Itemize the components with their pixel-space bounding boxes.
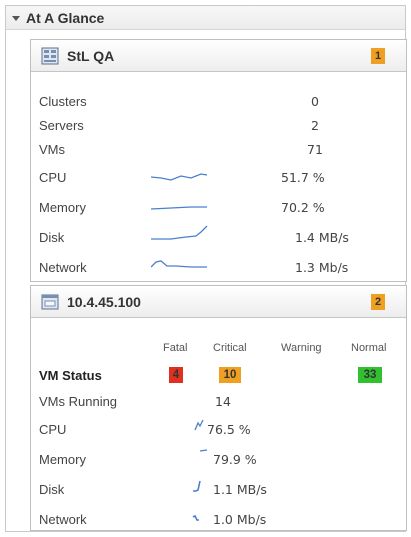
host-memory-label: Memory [39, 451, 86, 467]
network-value: 1.3 Mb/s [295, 259, 349, 275]
host-memory-value: 79.9 % [213, 451, 257, 467]
fatal-header: Fatal [163, 342, 188, 354]
host-network-label: Network [39, 511, 87, 527]
host-disk-value: 1.1 MB/s [213, 481, 267, 497]
host-cpu-label: CPU [39, 421, 67, 437]
host-cpu-sparkline [194, 419, 204, 431]
cluster-badge: 1 [371, 48, 385, 64]
host-cpu-value: 76.5 % [207, 421, 251, 437]
section-header[interactable]: At A Glance [6, 6, 405, 30]
disk-value: 1.4 MB/s [295, 229, 349, 245]
vms-label: VMs [39, 141, 65, 157]
network-label: Network [39, 259, 87, 275]
memory-value: 70.2 % [281, 199, 325, 215]
at-a-glance-section: At A Glance StL QA 1 Clusters 0 Servers … [5, 5, 407, 532]
cpu-sparkline [151, 173, 208, 181]
memory-label: Memory [39, 199, 86, 215]
host-panel-header[interactable]: 10.4.45.100 2 [31, 286, 406, 318]
vm-status-label: VM Status [39, 367, 102, 383]
vms-value: 71 [307, 141, 323, 157]
normal-header: Normal [351, 342, 387, 354]
cluster-icon [41, 47, 59, 64]
cluster-panel: StL QA 1 Clusters 0 Servers 2 VMs 71 CPU… [30, 39, 407, 282]
cpu-value: 51.7 % [281, 169, 325, 185]
host-network-sparkline [192, 514, 199, 521]
cluster-panel-header[interactable]: StL QA 1 [31, 40, 406, 72]
host-badge: 2 [371, 294, 385, 310]
fatal-count[interactable]: 4 [169, 367, 183, 383]
host-memory-sparkline [199, 449, 208, 452]
host-name[interactable]: 10.4.45.100 [67, 294, 141, 310]
section-title: At A Glance [26, 9, 105, 26]
clusters-value: 0 [311, 93, 319, 109]
clusters-label: Clusters [39, 93, 87, 109]
warning-header: Warning [281, 342, 322, 354]
host-icon [41, 294, 59, 309]
servers-value: 2 [311, 117, 319, 133]
collapse-triangle-icon[interactable] [12, 15, 20, 21]
vms-running-value: 14 [215, 393, 231, 409]
critical-header: Critical [213, 342, 247, 354]
normal-count[interactable]: 33 [358, 367, 382, 383]
disk-sparkline [151, 225, 208, 240]
servers-label: Servers [39, 117, 84, 133]
host-disk-label: Disk [39, 481, 65, 497]
host-panel: 10.4.45.100 2 Fatal Critical Warning Nor… [30, 285, 407, 531]
critical-count[interactable]: 10 [219, 367, 241, 383]
warning-count[interactable] [286, 367, 326, 383]
vms-running-label: VMs Running [39, 393, 118, 409]
network-sparkline [151, 260, 207, 268]
disk-label: Disk [39, 229, 65, 245]
memory-sparkline [151, 206, 207, 210]
host-disk-sparkline [193, 480, 201, 492]
cluster-name[interactable]: StL QA [67, 48, 114, 64]
cpu-label: CPU [39, 169, 67, 185]
host-network-value: 1.0 Mb/s [213, 511, 267, 527]
